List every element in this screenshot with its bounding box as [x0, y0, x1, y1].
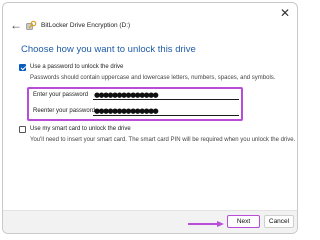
window-title: BitLocker Drive Encryption (D:): [41, 21, 131, 29]
enter-password-label: Enter your password: [33, 92, 89, 98]
cancel-button[interactable]: Cancel: [264, 215, 294, 228]
bitlocker-key-icon: [26, 19, 38, 31]
password-requirements-text: Passwords should contain uppercase and l…: [30, 75, 276, 81]
close-icon[interactable]: ✕: [280, 7, 290, 19]
back-arrow-icon[interactable]: ←: [10, 19, 22, 31]
pointer-arrow-icon: [188, 221, 224, 227]
smartcard-description: You'll need to insert your smart card. T…: [30, 137, 296, 143]
bitlocker-dialog: ✕ ← BitLocker Drive Encryption (D:) Choo…: [2, 2, 298, 234]
smartcard-option-label: Use my smart card to unlock the drive: [30, 126, 131, 132]
title-bar: ← BitLocker Drive Encryption (D:): [10, 18, 130, 32]
smartcard-checkbox[interactable]: [19, 126, 26, 133]
reenter-password-label: Reenter your password: [33, 108, 96, 114]
page-heading: Choose how you want to unlock this drive: [21, 44, 196, 55]
password-checkbox[interactable]: [19, 64, 26, 71]
next-button[interactable]: Next: [227, 215, 260, 228]
reenter-password-field[interactable]: ●●●●●●●●●●●●●●: [93, 107, 239, 116]
dialog-footer: Next Cancel: [3, 210, 297, 233]
password-option-label: Use a password to unlock the drive: [30, 64, 124, 70]
enter-password-field[interactable]: ●●●●●●●●●●●●●●: [93, 91, 239, 100]
